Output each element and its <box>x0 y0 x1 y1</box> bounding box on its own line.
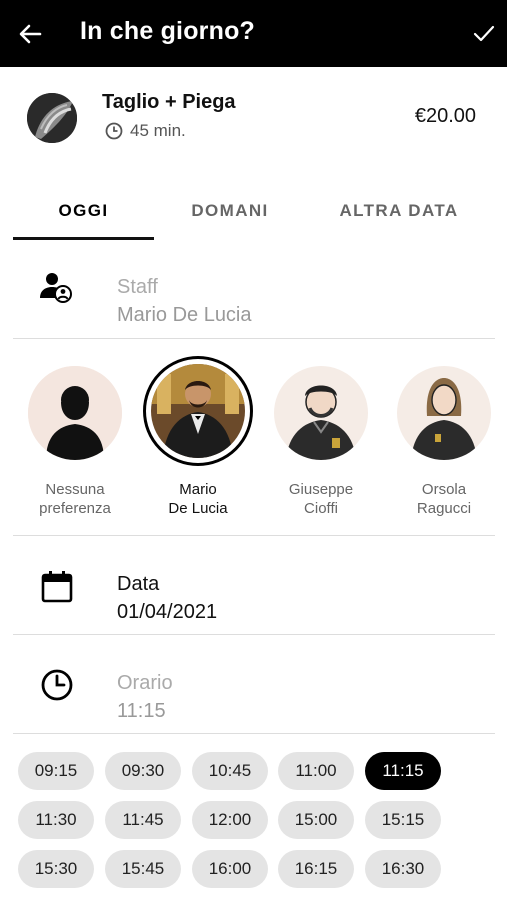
time-slot[interactable]: 09:30 <box>105 752 181 790</box>
avatar-selected-ring <box>143 356 253 466</box>
staff-first-name: Mario <box>179 481 217 498</box>
staff-option-giuseppe-cioffi[interactable]: Giuseppe Cioffi <box>266 360 376 520</box>
staff-value: Mario De Lucia <box>117 304 252 326</box>
time-slot[interactable]: 15:45 <box>105 850 181 888</box>
divider <box>13 634 495 635</box>
time-slot[interactable]: 16:15 <box>278 850 354 888</box>
clock-icon <box>41 669 73 701</box>
time-slot[interactable]: 11:45 <box>105 801 181 839</box>
date-label: Data <box>117 573 160 595</box>
avatar <box>274 366 368 460</box>
staff-last-name: Ragucci <box>416 500 472 517</box>
time-slot-selected[interactable]: 11:15 <box>365 752 441 790</box>
time-slot[interactable]: 15:15 <box>365 801 441 839</box>
service-thumbnail <box>27 93 77 143</box>
avatar <box>28 366 122 460</box>
staff-last-name: De Lucia <box>168 500 228 517</box>
service-summary: Taglio + Piega 45 min. €20.00 <box>0 67 507 167</box>
staff-icon <box>40 273 72 303</box>
divider <box>13 733 495 734</box>
avatar <box>151 364 245 458</box>
time-slot[interactable]: 09:15 <box>18 752 94 790</box>
date-value: 01/04/2021 <box>117 601 218 623</box>
staff-label: Staff <box>117 276 158 298</box>
time-slot[interactable]: 15:00 <box>278 801 354 839</box>
staff-option-mario-de-lucia[interactable]: Mario De Lucia <box>143 356 253 520</box>
staff-last-name: preferenza <box>39 500 111 517</box>
time-slot[interactable]: 10:45 <box>192 752 268 790</box>
day-tabs: OGGI DOMANI ALTRA DATA <box>0 185 507 241</box>
staff-option-nessuna-preferenza[interactable]: Nessuna preferenza <box>20 360 130 520</box>
staff-first-name: Nessuna <box>45 481 105 498</box>
time-slot[interactable]: 15:30 <box>18 850 94 888</box>
staff-first-name: Giuseppe <box>288 481 354 498</box>
time-slot[interactable]: 16:30 <box>365 850 441 888</box>
clock-icon <box>105 122 123 140</box>
active-tab-indicator <box>13 237 154 240</box>
time-slot[interactable]: 16:00 <box>192 850 268 888</box>
confirm-button[interactable] <box>466 18 500 50</box>
time-slot[interactable]: 11:30 <box>18 801 94 839</box>
service-duration: 45 min. <box>130 121 186 140</box>
service-name: Taglio + Piega <box>102 91 236 113</box>
arrow-left-icon <box>19 24 42 44</box>
app-bar: In che giorno? <box>0 0 507 67</box>
time-slot[interactable]: 12:00 <box>192 801 268 839</box>
tab-altra-data[interactable]: ALTRA DATA <box>318 185 480 241</box>
staff-first-name: Orsola <box>421 481 467 498</box>
tab-domani[interactable]: DOMANI <box>160 185 300 241</box>
staff-last-name: Cioffi <box>304 500 338 517</box>
time-slot[interactable]: 11:00 <box>278 752 354 790</box>
time-value: 11:15 <box>117 700 166 722</box>
back-button[interactable] <box>14 18 46 50</box>
divider <box>13 338 495 339</box>
staff-option-orsola-ragucci[interactable]: Orsola Ragucci <box>389 360 499 520</box>
time-label: Orario <box>117 672 173 694</box>
service-price: €20.00 <box>414 105 476 127</box>
check-icon <box>473 25 495 42</box>
calendar-icon <box>41 571 73 603</box>
divider <box>13 535 495 536</box>
tab-oggi[interactable]: OGGI <box>13 185 154 241</box>
avatar <box>397 366 491 460</box>
page-title: In che giorno? <box>80 17 256 45</box>
